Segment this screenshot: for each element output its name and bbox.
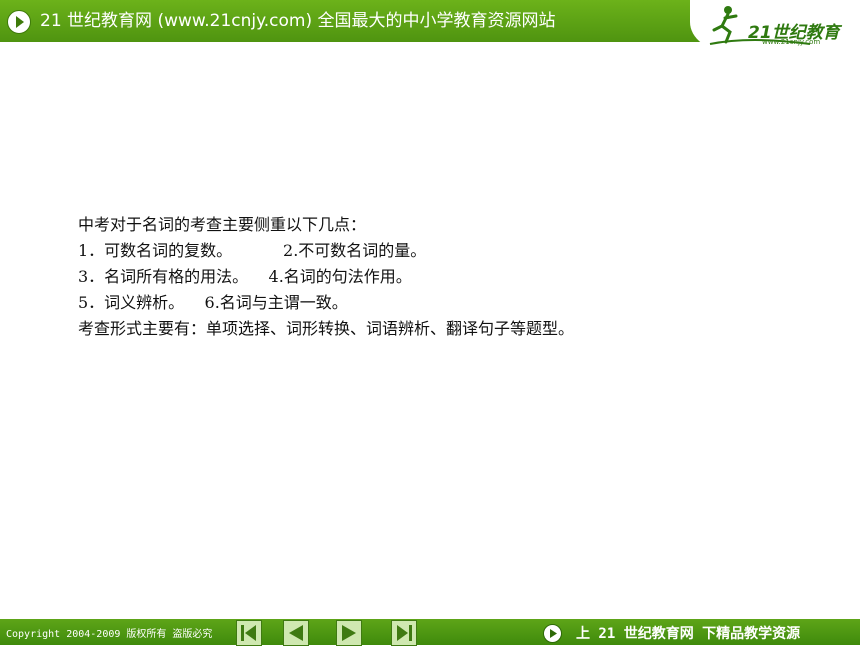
footer-slogan: 上 21 世纪教育网 下精品教学资源	[576, 626, 801, 642]
header-title: 21 世纪教育网 (www.21cnjy.com) 全国最大的中小学教育资源网站	[40, 11, 556, 31]
site-logo[interactable]: 21世纪教育 www.21cnjy.com	[690, 0, 860, 52]
slide-content: 中考对于名词的考查主要侧重以下几点： 1．可数名词的复数。 2.不可数名词的量。…	[78, 212, 798, 342]
last-slide-button[interactable]	[391, 620, 417, 646]
content-line: 考查形式主要有：单项选择、词形转换、词语辨析、翻译句子等题型。	[78, 319, 575, 338]
footer-play-icon[interactable]	[543, 624, 562, 643]
play-icon[interactable]	[7, 10, 31, 34]
next-slide-button[interactable]	[336, 620, 362, 646]
skip-to-end-icon	[397, 625, 412, 641]
content-line: 5．词义辨析。 6.名词与主谓一致。	[78, 293, 348, 312]
content-line: 中考对于名词的考查主要侧重以下几点：	[78, 215, 367, 234]
logo-url: www.21cnjy.com	[762, 38, 821, 46]
previous-slide-button[interactable]	[283, 620, 309, 646]
arrow-left-icon	[289, 625, 303, 641]
arrow-right-icon	[342, 625, 356, 641]
skip-to-start-icon	[241, 625, 256, 641]
copyright-text: Copyright 2004-2009 版权所有 盗版必究	[6, 629, 213, 640]
content-line: 1．可数名词的复数。 2.不可数名词的量。	[78, 241, 427, 260]
first-slide-button[interactable]	[236, 620, 262, 646]
content-line: 3．名词所有格的用法。 4.名词的句法作用。	[78, 267, 412, 286]
